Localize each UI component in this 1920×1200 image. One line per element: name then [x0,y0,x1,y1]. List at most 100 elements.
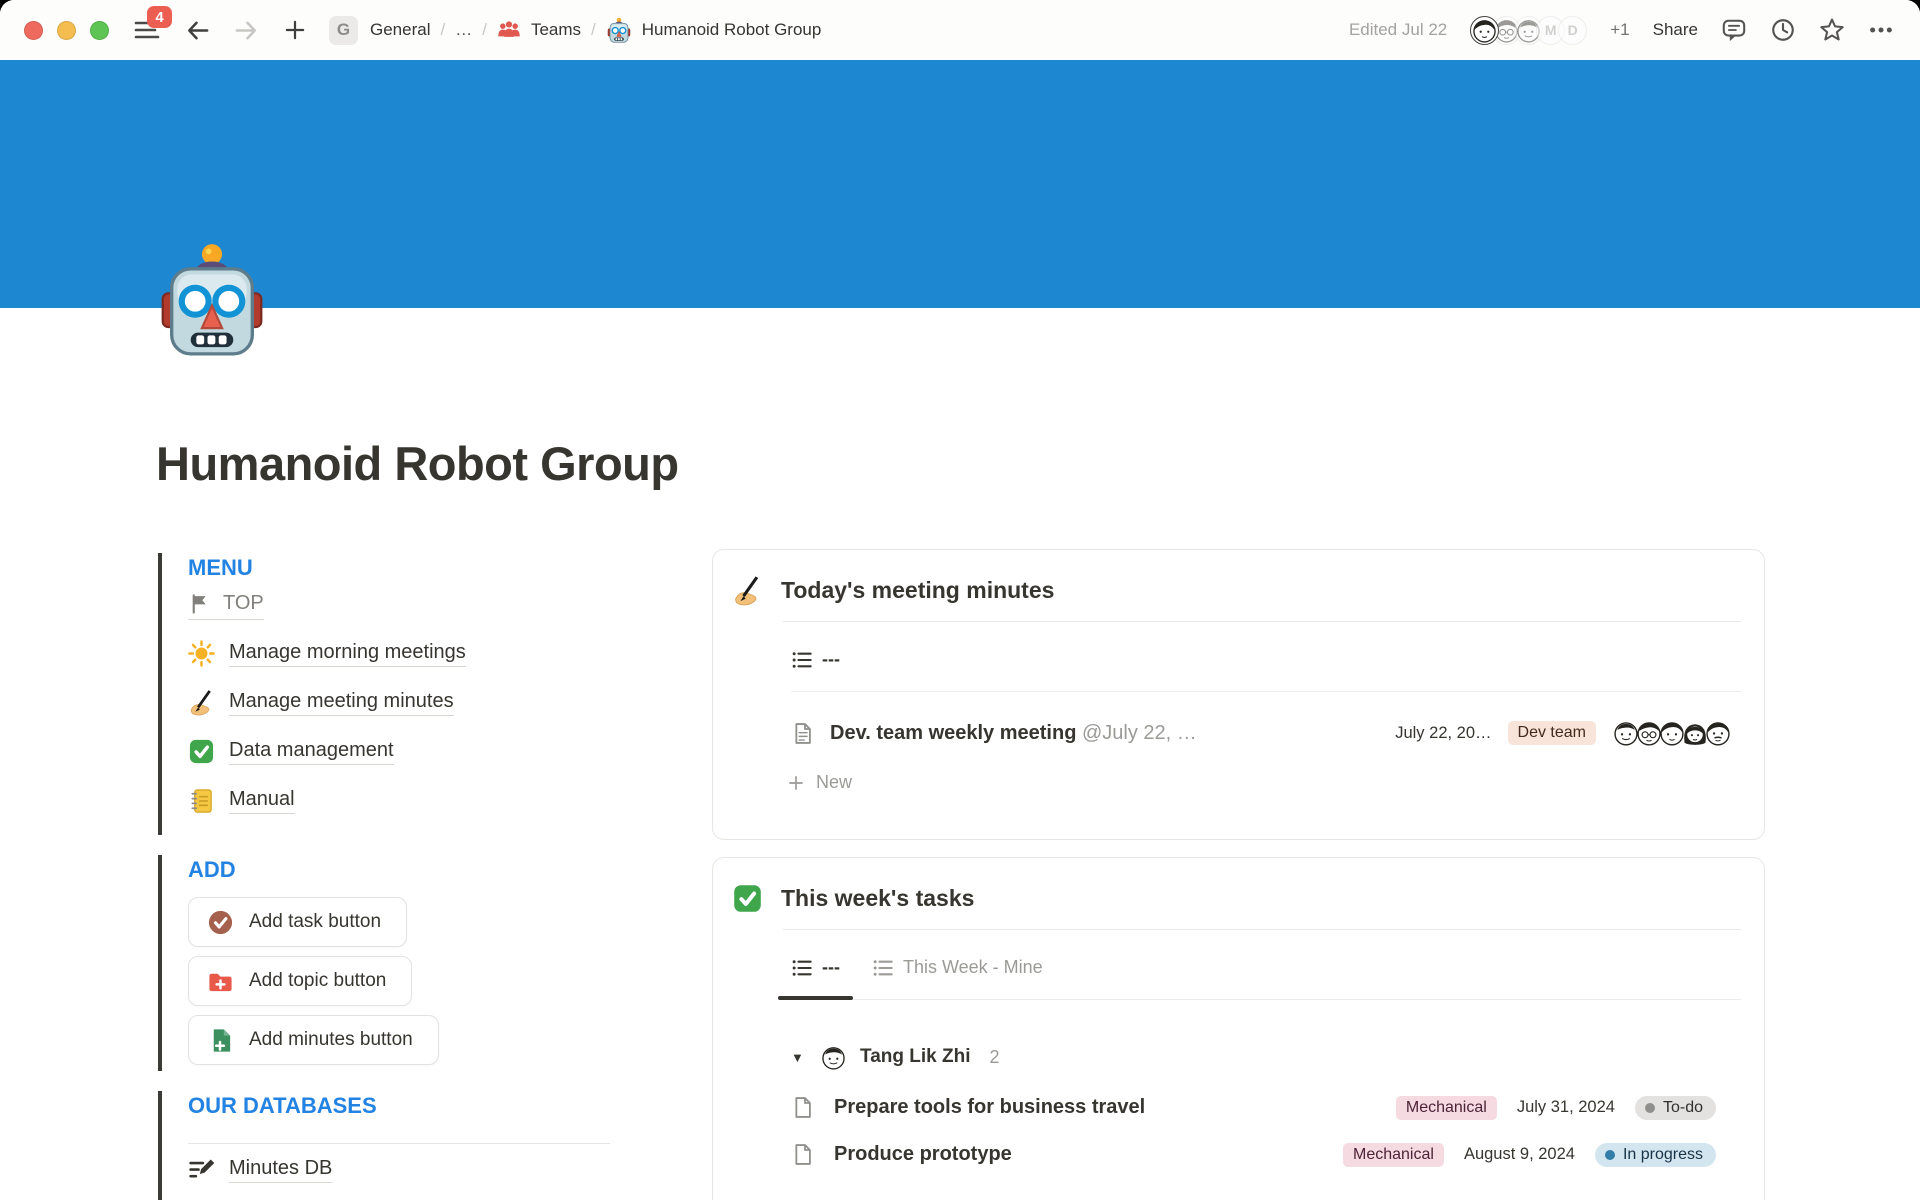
weekly-tasks-card-title[interactable]: This week's tasks [781,885,974,912]
attendee-avatars [1612,719,1732,747]
menu-link-top[interactable]: TOP [188,592,264,620]
notification-badge: 4 [147,6,172,28]
app-window: 4 G General / … / Teams / Humanoid Robot… [0,0,1920,1200]
back-arrow-icon [184,17,211,44]
databases-section: OUR DATABASES Minutes DB [158,1091,610,1200]
workspace-chip[interactable]: G [329,16,358,45]
new-tab-button[interactable] [280,15,310,45]
plus-icon [787,774,805,792]
add-topic-button[interactable]: Add topic button [188,956,412,1006]
share-button[interactable]: Share [1653,20,1698,40]
flag-icon [188,592,211,615]
zoom-window-button[interactable] [90,21,109,40]
list-view-icon [791,649,813,671]
check-mark-icon [188,738,215,765]
forward-arrow-icon [233,17,260,44]
avatar-overflow-count[interactable]: +1 [1610,20,1629,40]
meeting-row[interactable]: Dev. team weekly meeting @July 22, … Jul… [791,710,1732,756]
robot-page-icon[interactable] [156,240,268,358]
add-minutes-button[interactable]: Add minutes button [188,1015,439,1065]
last-edited-label: Edited Jul 22 [1349,20,1447,40]
left-column: MENU TOP Manage morning meetings Manage … [158,553,610,1200]
member-avatars[interactable]: M D [1470,16,1587,45]
menu-link-manage-meeting-minutes[interactable]: Manage meeting minutes [188,678,610,727]
list-view-icon [791,957,813,979]
group-count: 2 [989,1047,999,1068]
page-icon [791,1143,814,1166]
ledger-icon [188,787,215,814]
menu-link-manual[interactable]: Manual [188,776,610,825]
add-heading: ADD [188,855,610,885]
clock-icon [1770,17,1796,43]
history-button[interactable] [1770,17,1796,43]
comments-button[interactable] [1721,17,1747,43]
task-row[interactable]: Produce prototype Mechanical August 9, 2… [791,1131,1716,1178]
star-icon [1819,17,1845,43]
page-icon [791,1096,814,1119]
close-window-button[interactable] [24,21,43,40]
breadcrumb-general[interactable]: General [370,20,430,40]
breadcrumb-teams[interactable]: Teams [531,20,581,40]
add-section: ADD Add task button Add topic button Add… [158,855,610,1071]
new-meeting-button[interactable]: New [787,772,1764,793]
list-view-icon [872,957,894,979]
comment-icon [1721,17,1747,43]
task-row[interactable]: Prepare tools for business travel Mechan… [791,1084,1716,1131]
divider [188,1143,610,1144]
robot-emoji-icon [606,17,632,43]
tasks-view-tabs: --- This Week - Mine [791,930,1741,1000]
menu-section: MENU TOP Manage morning meetings Manage … [158,553,610,835]
collapse-toggle-icon[interactable]: ▼ [791,1050,807,1065]
meeting-minutes-card-title[interactable]: Today's meeting minutes [781,577,1054,604]
breadcrumb-separator: / [591,20,596,40]
database-pencil-icon [188,1156,216,1184]
category-tag: Mechanical [1343,1143,1444,1167]
task-title: Produce prototype [834,1143,1323,1166]
team-tag: Dev team [1508,721,1596,745]
more-options-button[interactable] [1868,17,1894,43]
task-title: Prepare tools for business travel [834,1096,1376,1119]
breadcrumb: General / … / Teams / Humanoid Robot Gro… [370,17,821,43]
writing-hand-icon [732,575,763,606]
plus-icon [283,18,307,42]
menu-link-manage-morning-meetings[interactable]: Manage morning meetings [188,629,610,678]
avatar [820,1044,847,1071]
avatar [1704,719,1732,747]
favorite-button[interactable] [1819,17,1845,43]
tab-this-week-mine[interactable]: This Week - Mine [872,936,1043,999]
page-cover [0,60,1920,308]
ellipsis-icon [1868,17,1894,43]
page-title[interactable]: Humanoid Robot Group [156,436,679,491]
meeting-title: Dev. team weekly meeting [830,722,1076,744]
databases-heading: OUR DATABASES [188,1091,610,1121]
minimize-window-button[interactable] [57,21,76,40]
status-badge: To-do [1635,1096,1716,1120]
folder-plus-icon [207,968,234,995]
database-link-minutes-db[interactable]: Minutes DB [188,1156,610,1184]
breadcrumb-separator: / [440,20,445,40]
status-dot [1605,1150,1615,1160]
due-date: July 31, 2024 [1517,1098,1615,1117]
meeting-minutes-card: Today's meeting minutes --- Dev. team we… [712,549,1765,840]
titlebar: 4 G General / … / Teams / Humanoid Robot… [0,0,1920,60]
breadcrumb-ellipsis[interactable]: … [455,20,472,40]
avatar[interactable]: D [1558,16,1587,45]
sidebar-toggle-button[interactable]: 4 [133,15,163,45]
assignee-group-row[interactable]: ▼ Tang Lik Zhi 2 [791,1040,1732,1074]
forward-button[interactable] [231,15,261,45]
meeting-date: July 22, 20… [1395,724,1491,743]
status-badge: In progress [1595,1143,1716,1167]
assignee-name: Tang Lik Zhi [860,1046,970,1068]
add-task-button[interactable]: Add task button [188,897,407,947]
check-circle-icon [207,909,234,936]
tab-default-view[interactable]: --- [791,628,840,691]
breadcrumb-current-page[interactable]: Humanoid Robot Group [642,20,822,40]
avatar[interactable] [1470,16,1499,45]
menu-link-data-management[interactable]: Data management [188,727,610,776]
menu-heading: MENU [188,553,610,583]
back-button[interactable] [182,15,212,45]
date-mention: @July 22, … [1082,722,1197,744]
tab-default-view[interactable]: --- [791,936,840,999]
writing-hand-icon [188,689,215,716]
category-tag: Mechanical [1396,1096,1497,1120]
